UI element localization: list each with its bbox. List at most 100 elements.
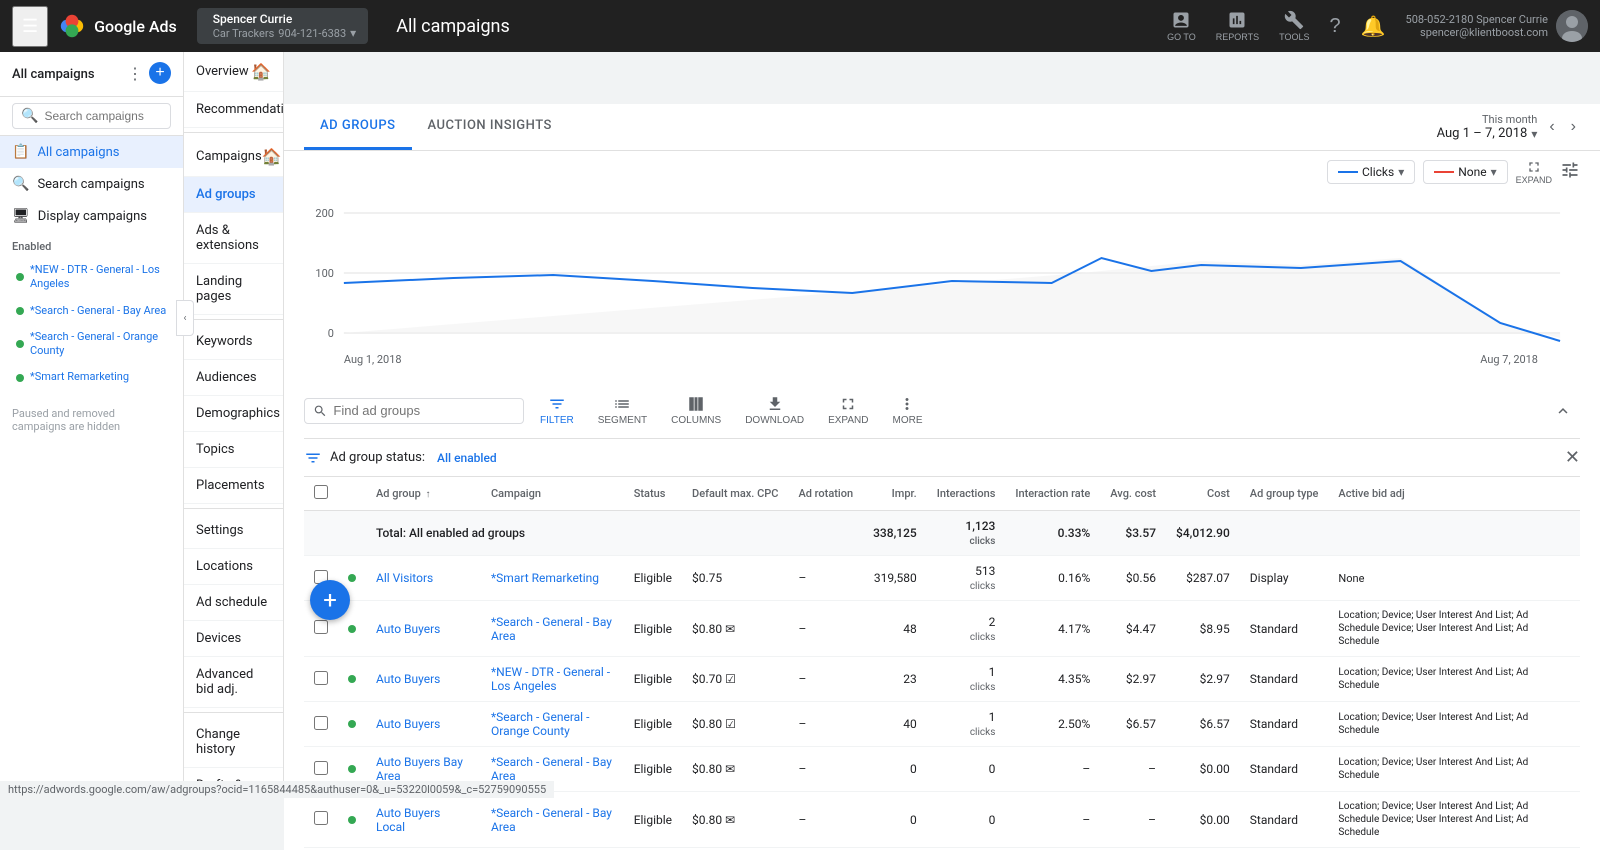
- sidebar-search-input[interactable]: [44, 109, 162, 123]
- date-next-button[interactable]: ›: [1567, 114, 1580, 140]
- row1-ad-group-link[interactable]: All Visitors: [376, 571, 433, 585]
- avatar[interactable]: [1556, 10, 1588, 42]
- sec-item-topics[interactable]: Topics: [184, 432, 283, 468]
- sidebar-collapse-button[interactable]: ‹: [176, 300, 194, 336]
- row5-campaign-link[interactable]: *Search - General - Bay Area: [491, 755, 612, 783]
- sec-divider-1: [184, 132, 283, 133]
- select-all-checkbox[interactable]: [314, 485, 328, 499]
- row1-status: Eligible: [624, 556, 682, 601]
- sidebar-campaign-4[interactable]: *Smart Remarketing: [0, 364, 183, 390]
- filter-active-icon: [304, 449, 322, 467]
- sidebar-campaign-2[interactable]: *Search - General - Bay Area: [0, 298, 183, 324]
- sidebar-all-campaigns-icon: 📋: [12, 144, 29, 160]
- metric2-selector[interactable]: None ▾: [1423, 160, 1507, 184]
- segment-button[interactable]: SEGMENT: [590, 391, 655, 430]
- tab-auction-insights[interactable]: AUCTION INSIGHTS: [412, 104, 568, 150]
- row4-cost: $6.57: [1166, 702, 1240, 747]
- notification-button[interactable]: 🔔: [1353, 6, 1394, 47]
- row3-checkbox[interactable]: [314, 671, 328, 685]
- sec-item-overview[interactable]: Overview 🏠: [184, 52, 283, 92]
- row2-campaign-link[interactable]: *Search - General - Bay Area: [491, 615, 612, 643]
- row3-ad-group-link[interactable]: Auto Buyers: [376, 672, 440, 686]
- sec-item-advanced-bid[interactable]: Advanced bid adj.: [184, 657, 283, 708]
- filter-button[interactable]: FILTER: [532, 391, 582, 430]
- help-button[interactable]: ?: [1321, 7, 1348, 46]
- sidebar-options-button[interactable]: ⋮: [125, 62, 145, 86]
- sec-item-ad-groups[interactable]: Ad groups: [184, 177, 283, 213]
- sidebar-all-campaigns: All campaigns: [37, 145, 119, 160]
- header-avg-cost: Avg. cost: [1100, 477, 1166, 511]
- sec-item-ad-schedule[interactable]: Ad schedule: [184, 585, 283, 621]
- row3-campaign-link[interactable]: *NEW - DTR - General - Los Angeles: [491, 665, 610, 693]
- sec-item-locations[interactable]: Locations: [184, 549, 283, 585]
- row1-campaign-link[interactable]: *Smart Remarketing: [491, 571, 599, 585]
- row2-ad-group-link[interactable]: Auto Buyers: [376, 622, 440, 636]
- collapse-table-button[interactable]: [1546, 398, 1580, 424]
- topics-label: Topics: [196, 442, 235, 457]
- sidebar-item-search-campaigns[interactable]: 🔍 Search campaigns: [0, 168, 183, 200]
- svg-text:200: 200: [315, 207, 333, 220]
- go-to-button[interactable]: GO TO: [1159, 2, 1204, 50]
- status-dot-row2: [348, 625, 356, 633]
- row6-ad-group-type: Standard: [1240, 792, 1329, 848]
- row6-checkbox[interactable]: [314, 811, 328, 825]
- row5-checkbox[interactable]: [314, 761, 328, 775]
- chart-filter-button[interactable]: [1560, 160, 1580, 185]
- nav-icons: GO TO REPORTS TOOLS ? 🔔 508-052-2180 Spe…: [1159, 2, 1588, 50]
- row4-ad-group-link[interactable]: Auto Buyers: [376, 717, 440, 731]
- more-button[interactable]: MORE: [884, 391, 930, 430]
- table-row: Auto Buyers Local *Search - General - Ba…: [304, 792, 1580, 848]
- metric1-selector[interactable]: Clicks ▾: [1327, 160, 1415, 184]
- sec-item-ads-extensions[interactable]: Ads & extensions: [184, 213, 283, 264]
- sidebar-item-display-campaigns[interactable]: 🖥 Display campaigns: [0, 200, 183, 232]
- display-campaigns-icon: 🖥: [12, 208, 30, 224]
- download-button[interactable]: DOWNLOAD: [737, 391, 812, 430]
- header-ad-group[interactable]: Ad group ↑: [366, 477, 481, 511]
- search-icon: [313, 403, 327, 419]
- date-prev-button[interactable]: ‹: [1545, 114, 1558, 140]
- date-selector[interactable]: Aug 1 – 7, 2018 ▾: [1437, 126, 1538, 141]
- sec-item-settings[interactable]: Settings: [184, 513, 283, 549]
- row4-campaign-link[interactable]: *Search - General - Orange County: [491, 710, 589, 738]
- row6-campaign-link[interactable]: *Search - General - Bay Area: [491, 806, 612, 834]
- sec-item-devices[interactable]: Devices: [184, 621, 283, 657]
- row1-ad-group: All Visitors: [366, 556, 481, 601]
- row2-checkbox[interactable]: [314, 620, 328, 634]
- status-dot-row6: [348, 816, 356, 824]
- remove-filter-button[interactable]: ✕: [1565, 447, 1580, 468]
- sidebar-add-button[interactable]: +: [149, 62, 171, 84]
- hamburger-menu[interactable]: ☰: [12, 6, 48, 47]
- reports-button[interactable]: REPORTS: [1208, 2, 1267, 50]
- recommendations-label: Recommendations: [196, 102, 284, 117]
- sidebar-campaign-3[interactable]: *Search - General - Orange County: [0, 324, 183, 365]
- status-dot-row3: [348, 675, 356, 683]
- row3-cost: $2.97: [1166, 657, 1240, 702]
- sec-item-change-history[interactable]: Change history: [184, 717, 283, 768]
- sec-item-audiences[interactable]: Audiences: [184, 360, 283, 396]
- row6-ad-group-link[interactable]: Auto Buyers Local: [376, 806, 440, 834]
- row5-ad-group-link[interactable]: Auto Buyers Bay Area: [376, 755, 463, 783]
- tab-ad-groups[interactable]: AD GROUPS: [304, 104, 412, 150]
- search-input[interactable]: [333, 403, 515, 418]
- date-chevron-icon: ▾: [1531, 127, 1537, 141]
- chart-expand-button[interactable]: EXPAND: [1516, 159, 1552, 185]
- sidebar-campaign-1[interactable]: *NEW - DTR - General - Los Angeles: [0, 257, 183, 298]
- account-selector[interactable]: Spencer Currie Car Trackers 904-121-6383…: [197, 8, 368, 44]
- sec-item-landing-pages[interactable]: Landing pages: [184, 264, 283, 315]
- header-status-dot: [338, 477, 366, 511]
- sec-item-demographics[interactable]: Demographics: [184, 396, 283, 432]
- chart-area: Clicks ▾ None ▾ EXPAND: [284, 151, 1600, 383]
- date-value: Aug 1 – 7, 2018: [1437, 126, 1528, 141]
- search-box[interactable]: [304, 398, 524, 424]
- columns-button[interactable]: COLUMNS: [663, 391, 729, 430]
- sec-item-recommendations[interactable]: Recommendations: [184, 92, 283, 128]
- sec-item-campaigns[interactable]: Campaigns 🏠: [184, 137, 283, 177]
- row4-checkbox[interactable]: [314, 716, 328, 730]
- tools-button[interactable]: TOOLS: [1271, 2, 1317, 50]
- sec-item-placements[interactable]: Placements: [184, 468, 283, 504]
- add-button[interactable]: +: [310, 580, 350, 620]
- sec-item-keywords[interactable]: Keywords: [184, 324, 283, 360]
- row1-interaction-rate: 0.16%: [1005, 556, 1100, 601]
- sidebar-item-all-campaigns[interactable]: 📋 All campaigns: [0, 136, 183, 168]
- expand-button[interactable]: EXPAND: [820, 391, 876, 430]
